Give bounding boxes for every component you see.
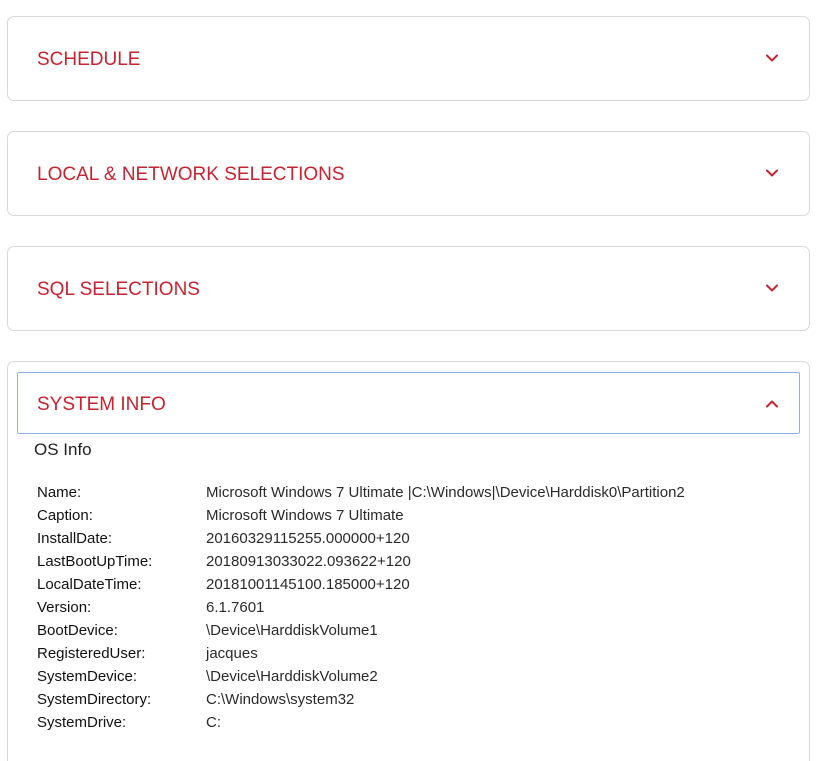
- table-row: RegisteredUser: jacques: [37, 642, 685, 665]
- os-info-value: 20160329115255.000000+120: [206, 530, 410, 547]
- table-row: Version: 6.1.7601: [37, 596, 685, 619]
- accordion-header-schedule[interactable]: SCHEDULE: [8, 17, 809, 100]
- panel-title: LOCAL & NETWORK SELECTIONS: [37, 164, 345, 185]
- os-info-key: Caption:: [37, 507, 93, 524]
- os-info-key: InstallDate:: [37, 530, 113, 547]
- os-info-key: LocalDateTime:: [37, 576, 142, 593]
- os-info-value: 20180913033022.093622+120: [206, 553, 411, 570]
- os-info-value: 6.1.7601: [206, 599, 265, 616]
- chevron-down-icon[interactable]: [765, 168, 779, 178]
- os-info-value: Microsoft Windows 7 Ultimate: [206, 507, 404, 524]
- os-info-key: LastBootUpTime:: [37, 553, 153, 570]
- table-row: BootDevice: \Device\HarddiskVolume1: [37, 619, 685, 642]
- table-row: Name: Microsoft Windows 7 Ultimate |C:\W…: [37, 481, 685, 504]
- panel-title: SYSTEM INFO: [37, 394, 166, 415]
- accordion-panel-local-network: LOCAL & NETWORK SELECTIONS: [7, 131, 810, 216]
- panel-title: SCHEDULE: [37, 49, 141, 70]
- accordion-header-local-network[interactable]: LOCAL & NETWORK SELECTIONS: [8, 132, 809, 215]
- os-info-value: \Device\HarddiskVolume1: [206, 622, 378, 639]
- accordion-panel-system-info: SYSTEM INFO OS Info Name: Microsoft Wind…: [7, 361, 810, 761]
- os-info-value: C:\Windows\system32: [206, 691, 355, 708]
- chevron-down-icon[interactable]: [765, 53, 779, 63]
- accordion-panel-schedule: SCHEDULE: [7, 16, 810, 101]
- chevron-down-icon[interactable]: [765, 283, 779, 293]
- accordion-header-sql[interactable]: SQL SELECTIONS: [8, 247, 809, 330]
- os-info-heading: OS Info: [34, 440, 92, 459]
- os-info-value: jacques: [206, 645, 258, 662]
- accordion-panel-sql: SQL SELECTIONS: [7, 246, 810, 331]
- table-row: SystemDevice: \Device\HarddiskVolume2: [37, 665, 685, 688]
- chevron-up-icon[interactable]: [765, 399, 779, 409]
- os-info-table: Name: Microsoft Windows 7 Ultimate |C:\W…: [37, 481, 685, 734]
- os-info-key: RegisteredUser:: [37, 645, 146, 662]
- table-row: InstallDate: 20160329115255.000000+120: [37, 527, 685, 550]
- accordion-header-system-info[interactable]: SYSTEM INFO: [17, 372, 800, 434]
- table-row: SystemDirectory: C:\Windows\system32: [37, 688, 685, 711]
- os-info-key: SystemDirectory:: [37, 691, 152, 708]
- panel-title: SQL SELECTIONS: [37, 279, 200, 300]
- table-row: LastBootUpTime: 20180913033022.093622+12…: [37, 550, 685, 573]
- os-info-key: Name:: [37, 484, 82, 501]
- os-info-key: Version:: [37, 599, 92, 616]
- os-info-value: \Device\HarddiskVolume2: [206, 668, 378, 685]
- table-row: LocalDateTime: 20181001145100.185000+120: [37, 573, 685, 596]
- os-info-key: BootDevice:: [37, 622, 118, 639]
- os-info-key: SystemDevice:: [37, 668, 138, 685]
- table-row: Caption: Microsoft Windows 7 Ultimate: [37, 504, 685, 527]
- os-info-value: 20181001145100.185000+120: [206, 576, 410, 593]
- os-info-value: Microsoft Windows 7 Ultimate |C:\Windows…: [206, 484, 685, 501]
